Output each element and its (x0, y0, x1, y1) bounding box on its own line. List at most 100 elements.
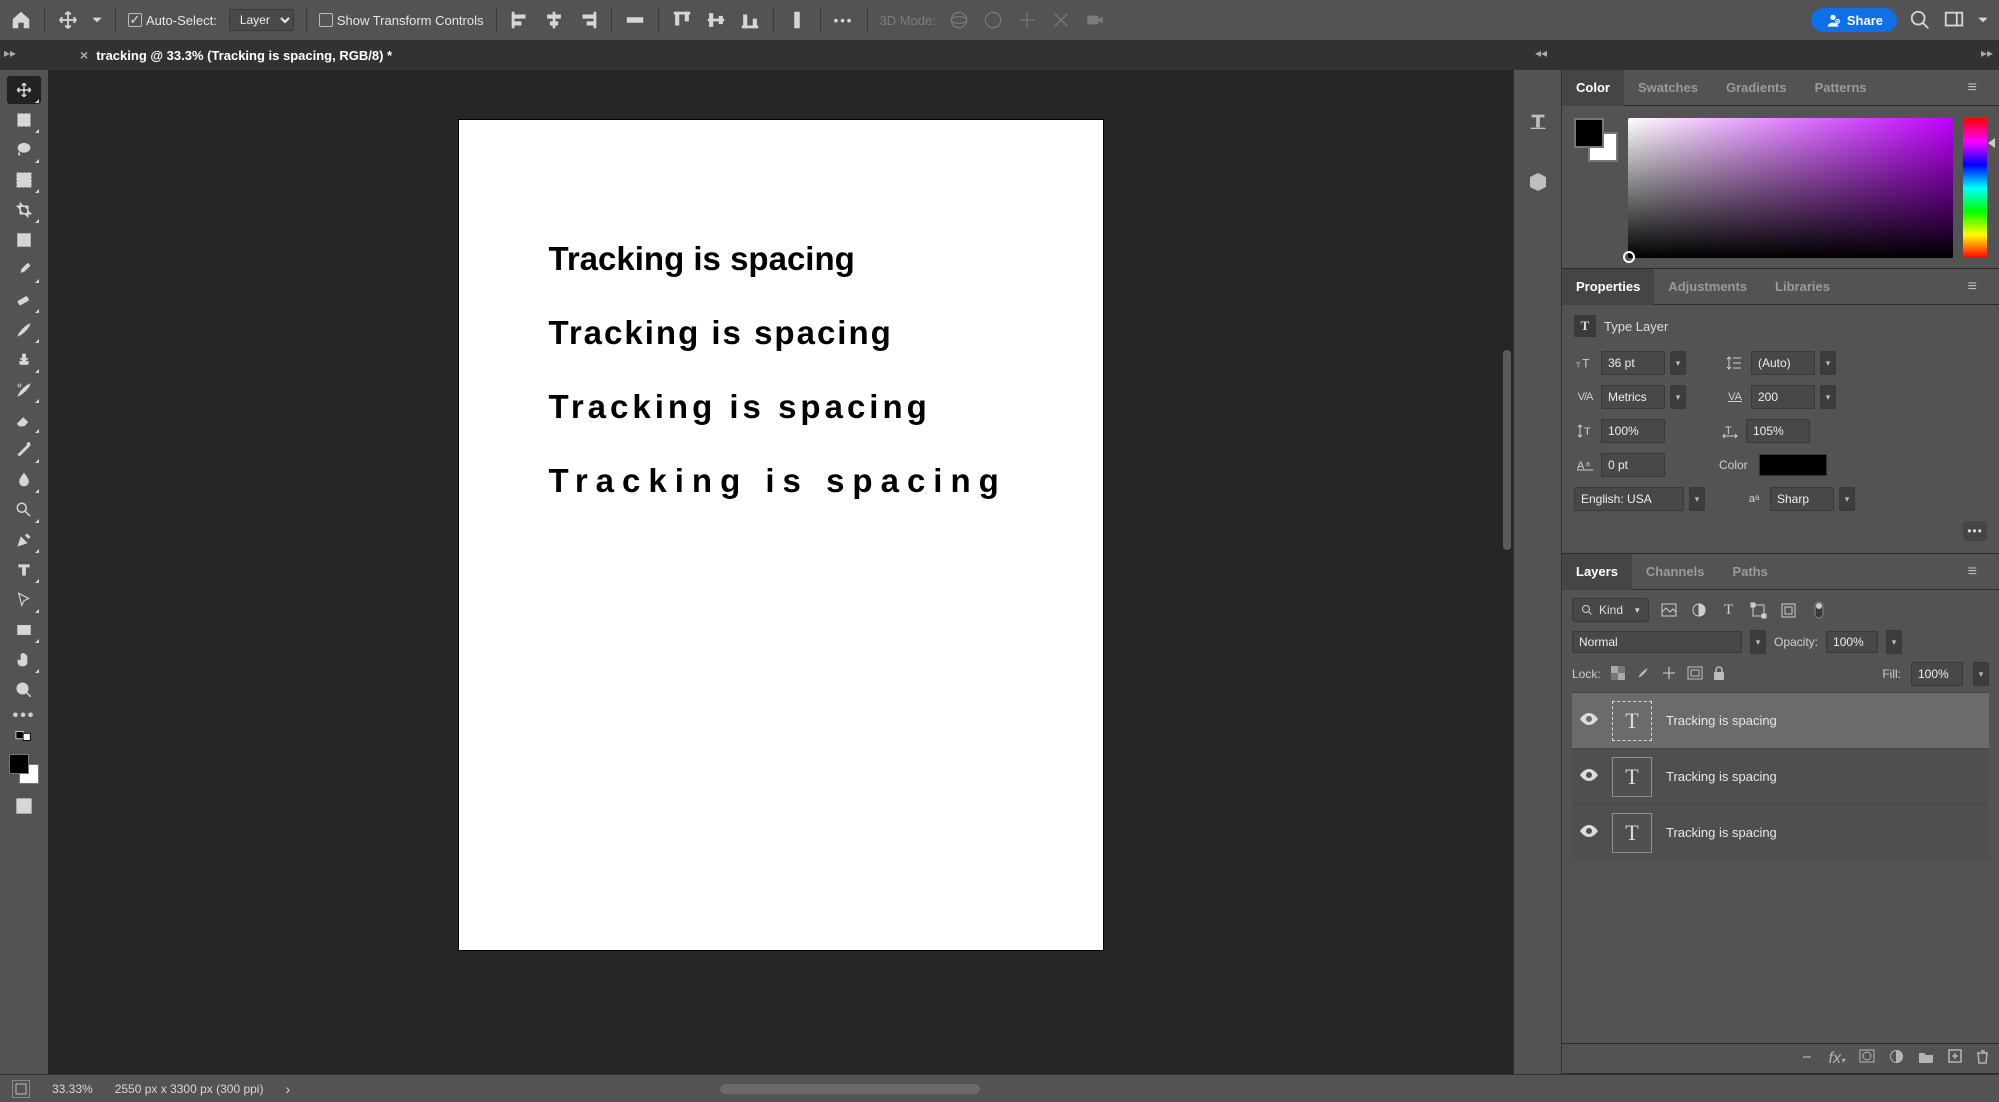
align-horizontal-centers-icon[interactable] (543, 9, 565, 31)
quick-mask-icon[interactable] (7, 792, 41, 820)
type-tool[interactable] (7, 556, 41, 584)
default-colors-icon[interactable] (7, 728, 41, 744)
canvas-text-line[interactable]: Tracking is spacing (549, 314, 1013, 352)
object-selection-tool[interactable] (7, 166, 41, 194)
layer-row[interactable]: T Tracking is spacing (1572, 748, 1989, 804)
lock-position-icon[interactable] (1661, 665, 1677, 684)
align-right-edges-icon[interactable] (577, 9, 599, 31)
tab-properties[interactable]: Properties (1562, 269, 1654, 305)
baseline-shift-input[interactable] (1601, 453, 1665, 477)
align-bottom-edges-icon[interactable] (739, 9, 761, 31)
auto-select-target-dropdown[interactable]: Layer (229, 9, 294, 31)
clone-stamp-tool[interactable] (7, 346, 41, 374)
hand-tool[interactable] (7, 646, 41, 674)
tab-libraries[interactable]: Libraries (1761, 269, 1844, 305)
edit-toolbar-icon[interactable]: ••• (7, 706, 41, 726)
healing-brush-tool[interactable] (7, 286, 41, 314)
antialias-dropdown[interactable] (1770, 487, 1834, 511)
filter-toggle-icon[interactable] (1809, 600, 1829, 620)
screen-mode-icon[interactable] (12, 1080, 30, 1098)
tab-color[interactable]: Color (1562, 70, 1624, 106)
crop-tool[interactable] (7, 196, 41, 224)
expand-right-icon[interactable]: ▸▸ (1981, 46, 1993, 60)
gradient-tool[interactable] (7, 436, 41, 464)
canvas-text-line[interactable]: Tracking is spacing (549, 240, 1013, 278)
chevron-down-icon[interactable] (1977, 9, 1989, 31)
history-brush-tool[interactable] (7, 376, 41, 404)
color-fg-bg-swatch[interactable] (1574, 118, 1618, 162)
foreground-background-colors[interactable] (9, 754, 39, 784)
canvas-area[interactable]: Tracking is spacing Tracking is spacing … (48, 70, 1513, 1074)
tracking-input[interactable] (1751, 385, 1815, 409)
fill-input[interactable] (1911, 662, 1963, 686)
hue-slider-handle-icon[interactable] (1988, 138, 1995, 148)
search-icon[interactable] (1909, 9, 1931, 31)
path-selection-tool[interactable] (7, 586, 41, 614)
document-tab[interactable]: × tracking @ 33.3% (Tracking is spacing,… (62, 40, 410, 70)
filter-type-icon[interactable]: T (1719, 600, 1739, 620)
vertical-scrollbar[interactable] (1503, 350, 1511, 550)
more-options-icon[interactable]: ••• (833, 9, 855, 31)
align-top-edges-icon[interactable] (671, 9, 693, 31)
blend-mode-dropdown-icon[interactable]: ▾ (1750, 630, 1766, 654)
align-left-edges-icon[interactable] (509, 9, 531, 31)
dodge-tool[interactable] (7, 496, 41, 524)
fill-dropdown-icon[interactable]: ▾ (1973, 662, 1989, 686)
filter-smartobject-icon[interactable] (1779, 600, 1799, 620)
blend-mode-dropdown[interactable] (1572, 631, 1742, 653)
more-properties-icon[interactable]: ••• (1963, 521, 1987, 541)
zoom-tool[interactable] (7, 676, 41, 704)
show-transform-checkbox[interactable]: Show Transform Controls (319, 13, 484, 28)
lasso-tool[interactable] (7, 136, 41, 164)
layer-filter-kind[interactable]: Kind ▾ (1572, 598, 1649, 622)
move-tool-icon[interactable] (57, 9, 79, 31)
tracking-dropdown-icon[interactable]: ▾ (1820, 385, 1836, 409)
font-size-input[interactable] (1601, 351, 1665, 375)
language-dropdown-icon[interactable]: ▾ (1689, 487, 1705, 511)
tab-adjustments[interactable]: Adjustments (1654, 269, 1761, 305)
lock-all-icon[interactable] (1713, 666, 1725, 683)
eyedropper-tool[interactable] (7, 256, 41, 284)
opacity-dropdown-icon[interactable]: ▾ (1886, 630, 1902, 654)
tab-paths[interactable]: Paths (1718, 554, 1781, 590)
align-vertical-centers-icon[interactable] (705, 9, 727, 31)
text-color-swatch[interactable] (1759, 454, 1827, 476)
kerning-dropdown-icon[interactable]: ▾ (1670, 385, 1686, 409)
character-panel-icon[interactable] (1527, 110, 1549, 137)
move-tool[interactable] (7, 76, 41, 104)
visibility-toggle-icon[interactable] (1580, 769, 1598, 784)
filter-pixel-icon[interactable] (1659, 600, 1679, 620)
lock-image-icon[interactable] (1635, 666, 1651, 683)
marquee-tool[interactable] (7, 106, 41, 134)
kerning-input[interactable] (1601, 385, 1665, 409)
layer-style-icon[interactable]: fx▾ (1829, 1050, 1845, 1068)
frame-tool[interactable] (7, 226, 41, 254)
share-button[interactable]: Share (1811, 8, 1897, 32)
auto-select-checkbox[interactable]: ✓ Auto-Select: (128, 13, 217, 28)
tab-patterns[interactable]: Patterns (1801, 70, 1881, 106)
panel-menu-icon[interactable]: ≡ (1954, 554, 1991, 590)
home-icon[interactable] (10, 9, 32, 31)
layer-name[interactable]: Tracking is spacing (1666, 713, 1777, 728)
distribute-vertical-icon[interactable] (786, 9, 808, 31)
layer-mask-icon[interactable] (1859, 1049, 1875, 1068)
canvas-text-line[interactable]: Tracking is spacing (549, 462, 1013, 500)
new-group-icon[interactable] (1918, 1050, 1934, 1068)
visibility-toggle-icon[interactable] (1580, 713, 1598, 728)
new-layer-icon[interactable] (1948, 1049, 1962, 1068)
vertical-scale-input[interactable] (1601, 419, 1665, 443)
zoom-level[interactable]: 33.33% (52, 1082, 93, 1096)
document-canvas[interactable]: Tracking is spacing Tracking is spacing … (459, 120, 1103, 950)
eraser-tool[interactable] (7, 406, 41, 434)
lock-artboard-icon[interactable] (1687, 666, 1703, 683)
delete-layer-icon[interactable] (1976, 1049, 1989, 1069)
layer-name[interactable]: Tracking is spacing (1666, 825, 1777, 840)
blur-tool[interactable] (7, 466, 41, 494)
document-info[interactable]: 2550 px x 3300 px (300 ppi) (115, 1082, 264, 1096)
rectangle-tool[interactable] (7, 616, 41, 644)
close-tab-icon[interactable]: × (80, 47, 88, 63)
collapse-dock-icon[interactable]: ◂◂ (1535, 46, 1547, 60)
font-size-dropdown-icon[interactable]: ▾ (1670, 351, 1686, 375)
panel-menu-icon[interactable]: ≡ (1954, 70, 1991, 106)
workspace-switcher-icon[interactable] (1943, 9, 1965, 31)
